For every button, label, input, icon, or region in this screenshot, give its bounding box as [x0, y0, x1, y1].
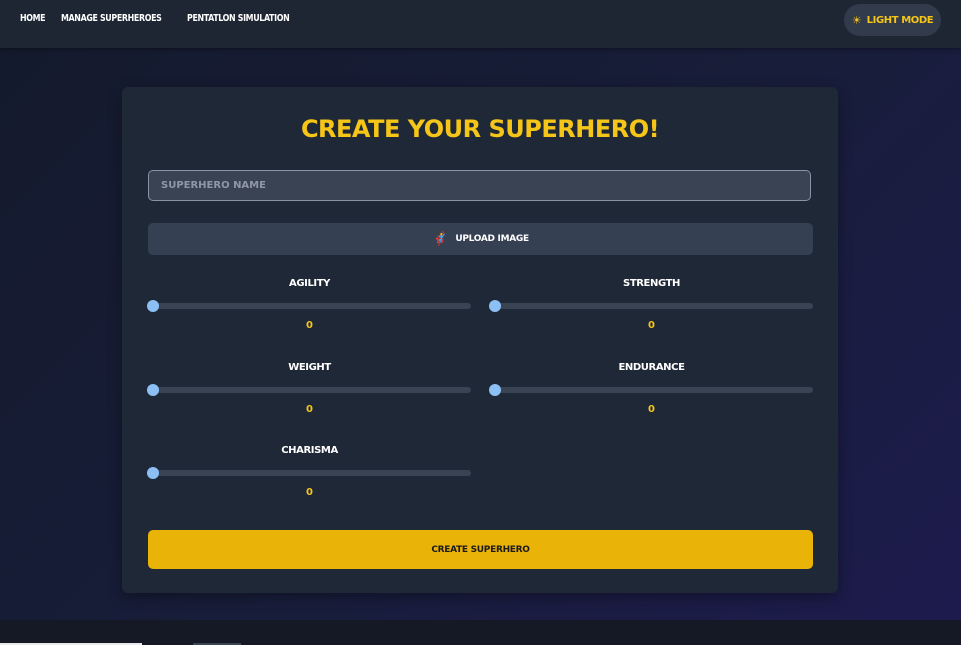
- endurance-slider-thumb[interactable]: [489, 384, 501, 396]
- stat-endurance: ENDURANCE 0: [489, 362, 813, 422]
- nav-link-pentatlon-simulation[interactable]: PENTATLON SIMULATION: [187, 13, 290, 24]
- weight-slider[interactable]: [147, 384, 471, 396]
- stat-charisma: CHARISMA 0: [147, 445, 471, 505]
- nav-link-manage-superheroes[interactable]: MANAGE SUPERHEROES: [61, 13, 162, 24]
- upload-image-label: UPLOAD IMAGE: [455, 234, 529, 244]
- stat-label-agility: AGILITY: [288, 278, 331, 289]
- stat-value-weight: 0: [306, 404, 313, 415]
- charisma-slider[interactable]: [147, 467, 471, 479]
- superhero-name-input[interactable]: [148, 170, 811, 201]
- create-superhero-card: CREATE YOUR SUPERHERO! 🦸 UPLOAD IMAGE AG…: [122, 87, 838, 593]
- light-mode-toggle-button[interactable]: ☀ LIGHT MODE: [844, 4, 941, 36]
- create-superhero-button[interactable]: CREATE SUPERHERO: [148, 530, 813, 569]
- strength-slider-thumb[interactable]: [489, 300, 501, 312]
- stat-value-charisma: 0: [306, 487, 313, 498]
- upload-image-button[interactable]: 🦸 UPLOAD IMAGE: [148, 223, 813, 255]
- nav-link-home[interactable]: HOME: [20, 13, 46, 24]
- stat-agility: AGILITY 0: [147, 278, 471, 338]
- agility-slider[interactable]: [147, 300, 471, 312]
- stat-label-charisma: CHARISMA: [281, 445, 338, 456]
- strength-slider[interactable]: [489, 300, 813, 312]
- page-title: CREATE YOUR SUPERHERO!: [300, 115, 660, 143]
- superhero-icon: 🦸: [432, 231, 449, 247]
- stat-value-agility: 0: [306, 320, 313, 331]
- stat-label-endurance: ENDURANCE: [618, 362, 685, 373]
- sun-icon: ☀: [851, 13, 862, 27]
- stat-label-weight: WEIGHT: [288, 362, 331, 373]
- bottom-bar: [0, 620, 961, 645]
- stat-value-endurance: 0: [648, 404, 655, 415]
- charisma-slider-thumb[interactable]: [147, 467, 159, 479]
- top-navbar: HOME MANAGE SUPERHEROES PENTATLON SIMULA…: [0, 0, 961, 48]
- stat-label-strength: STRENGTH: [623, 278, 680, 289]
- stat-strength: STRENGTH 0: [489, 278, 813, 338]
- create-superhero-label: CREATE SUPERHERO: [431, 544, 530, 555]
- nav-links: HOME MANAGE SUPERHEROES PENTATLON SIMULA…: [20, 13, 303, 24]
- stat-value-strength: 0: [648, 320, 655, 331]
- light-mode-label: LIGHT MODE: [866, 14, 934, 26]
- stat-weight: WEIGHT 0: [147, 362, 471, 422]
- agility-slider-thumb[interactable]: [147, 300, 159, 312]
- endurance-slider[interactable]: [489, 384, 813, 396]
- weight-slider-thumb[interactable]: [147, 384, 159, 396]
